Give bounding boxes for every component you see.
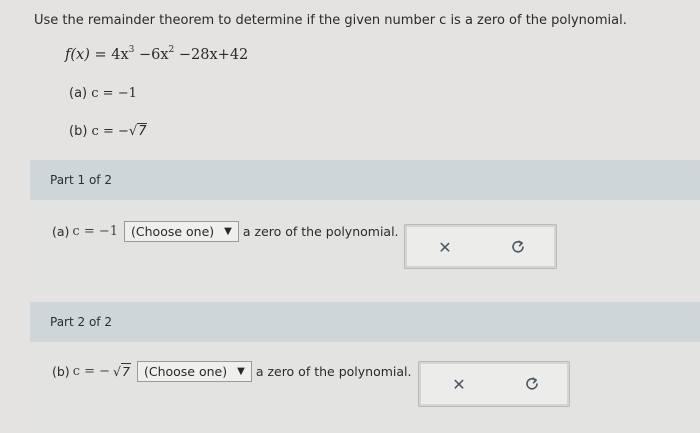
radical-sign: √ — [128, 124, 138, 139]
undo-icon — [512, 240, 524, 253]
caret-down-icon: ▼ — [224, 226, 232, 237]
part2-label: (b) — [52, 364, 70, 379]
part2-radicand: 7 — [121, 363, 131, 379]
polynomial-lhs: f(x) — [65, 47, 90, 63]
item-a: (a) c = −1 — [69, 86, 137, 101]
part2-sqrt-expression: √7 — [113, 363, 131, 379]
part2-header-label: Part 2 of 2 — [50, 315, 112, 329]
undo-icon — [526, 377, 538, 390]
polynomial-exp-2: 2 — [168, 45, 175, 55]
part1-panel — [30, 200, 700, 292]
item-a-expr: c = −1 — [91, 86, 137, 101]
part2-header: Part 2 of 2 — [30, 302, 700, 342]
caret-down-icon: ▼ — [237, 366, 245, 377]
item-b-label: (b) — [69, 124, 88, 139]
polynomial-term-3: −28x+42 — [178, 47, 249, 63]
part2-suffix: a zero of the polynomial. — [255, 364, 412, 379]
instruction-text: Use the remainder theorem to determine i… — [34, 13, 627, 28]
part1-header-label: Part 1 of 2 — [50, 173, 112, 187]
polynomial-term-1: 4x — [111, 47, 129, 63]
part1-header: Part 1 of 2 — [30, 160, 700, 200]
sqrt-expression: √7 — [128, 123, 148, 139]
item-b-expr: c = − — [91, 124, 129, 139]
part1-choose-dropdown[interactable]: (Choose one) ▼ — [124, 221, 239, 242]
close-icon: ✕ — [438, 237, 452, 257]
polynomial: f(x) = 4x3 −6x2 −28x+42 — [65, 45, 248, 63]
part2-answer-tools: ✕ — [418, 361, 570, 407]
reset-button[interactable] — [522, 374, 542, 394]
close-icon: ✕ — [452, 374, 466, 394]
part1-dropdown-value: (Choose one) — [131, 224, 215, 239]
item-a-label: (a) — [69, 86, 88, 101]
radical-sign: √ — [113, 364, 122, 379]
clear-button[interactable]: ✕ — [449, 374, 469, 394]
clear-button[interactable]: ✕ — [435, 237, 455, 257]
part1-label: (a) — [52, 224, 70, 239]
part2-choose-dropdown[interactable]: (Choose one) ▼ — [136, 361, 252, 382]
part1-question: (a) c = −1 (Choose one) ▼ a zero of the … — [52, 221, 399, 242]
polynomial-equals: = — [94, 47, 107, 63]
part1-answer-tools: ✕ — [404, 224, 557, 269]
part2-panel — [30, 342, 700, 433]
part1-expr: c = −1 — [72, 224, 119, 239]
polynomial-term-2: −6x — [138, 47, 169, 63]
item-b-radicand: 7 — [137, 123, 148, 139]
part2-question: (b) c = − √7 (Choose one) ▼ a zero of the… — [52, 361, 411, 382]
part2-dropdown-value: (Choose one) — [143, 364, 228, 379]
polynomial-exp-1: 3 — [128, 45, 135, 55]
part1-suffix: a zero of the polynomial. — [242, 224, 399, 239]
reset-button[interactable] — [508, 237, 528, 257]
part2-expr: c = − — [72, 364, 111, 379]
item-b: (b) c = −√7 — [69, 123, 148, 139]
